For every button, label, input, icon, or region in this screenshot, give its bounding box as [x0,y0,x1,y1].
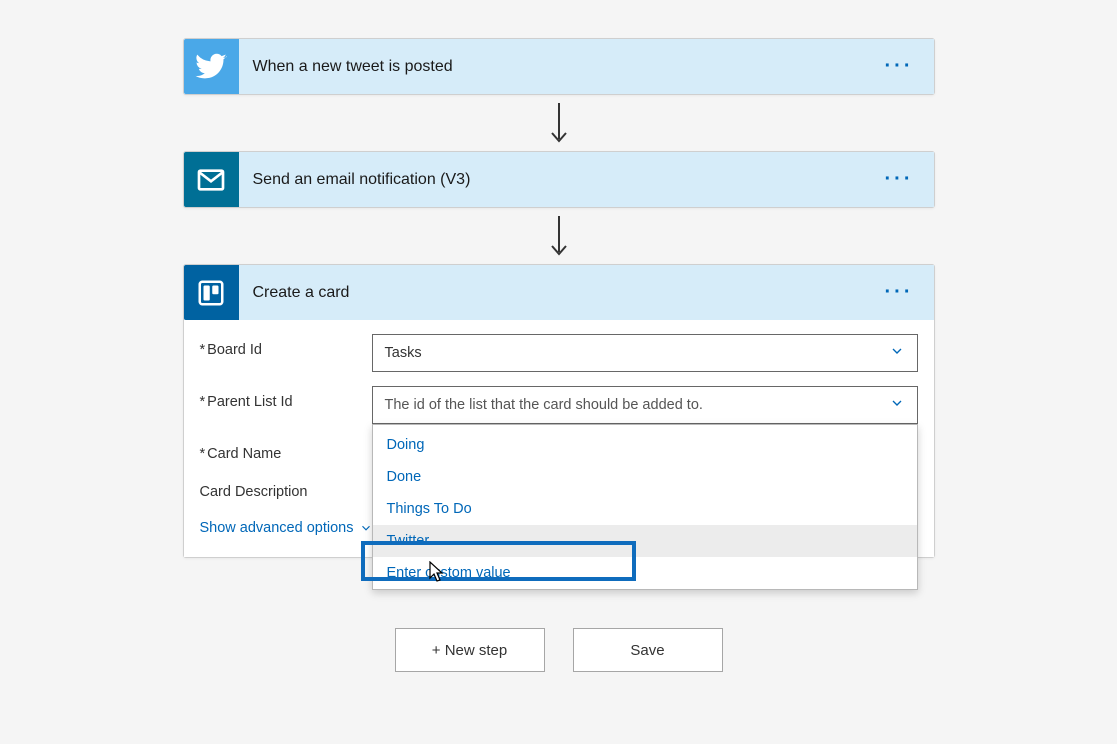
step-card-email[interactable]: Send an email notification (V3) ··· [183,151,935,208]
more-icon[interactable]: ··· [879,168,920,191]
connector-arrow [183,95,935,151]
list-item[interactable]: Enter custom value [373,557,917,589]
field-label: *Parent List Id [200,386,372,410]
parent-list-id-dropdown[interactable]: The id of the list that the card should … [372,386,918,424]
step-header-twitter[interactable]: When a new tweet is posted ··· [184,39,934,94]
step-header-email[interactable]: Send an email notification (V3) ··· [184,152,934,207]
label-text: Card Name [207,446,281,462]
field-label: *Card Name [200,438,372,462]
step-body: *Board Id Tasks *Parent List Id The id o… [184,320,934,557]
twitter-icon [184,39,239,94]
flow-canvas: When a new tweet is posted ··· Send an e… [0,0,1117,672]
step-card-trello: Create a card ··· *Board Id Tasks *Paren… [183,264,935,558]
chevron-down-icon [889,395,905,415]
field-label: *Board Id [200,334,372,358]
dropdown-placeholder: The id of the list that the card should … [385,397,703,413]
list-item[interactable]: Doing [373,429,917,461]
field-label: Card Description [200,476,372,500]
show-advanced-options-link[interactable]: Show advanced options [200,520,374,536]
label-text: Board Id [207,342,262,358]
trello-icon [184,265,239,320]
step-header-trello[interactable]: Create a card ··· [184,265,934,320]
link-text: Show advanced options [200,520,354,536]
more-icon[interactable]: ··· [879,281,920,304]
label-text: Card Description [200,484,308,500]
parent-list-dropdown-menu: Doing Done Things To Do Twitter Enter cu… [372,424,918,590]
bottom-button-row: + New step Save [183,628,935,672]
more-icon[interactable]: ··· [879,55,920,78]
step-title: When a new tweet is posted [253,58,879,76]
list-item[interactable]: Things To Do [373,493,917,525]
dropdown-value: Tasks [385,345,422,361]
field-row-parent-list-id: *Parent List Id The id of the list that … [200,386,918,424]
step-card-twitter[interactable]: When a new tweet is posted ··· [183,38,935,95]
label-text: Parent List Id [207,394,292,410]
field-row-board-id: *Board Id Tasks [200,334,918,372]
mail-icon [184,152,239,207]
save-button[interactable]: Save [573,628,723,672]
new-step-button[interactable]: + New step [395,628,545,672]
step-title: Create a card [253,284,879,302]
board-id-dropdown[interactable]: Tasks [372,334,918,372]
list-item[interactable]: Done [373,461,917,493]
connector-arrow [183,208,935,264]
step-title: Send an email notification (V3) [253,171,879,189]
chevron-down-icon [889,343,905,363]
list-item[interactable]: Twitter [373,525,917,557]
